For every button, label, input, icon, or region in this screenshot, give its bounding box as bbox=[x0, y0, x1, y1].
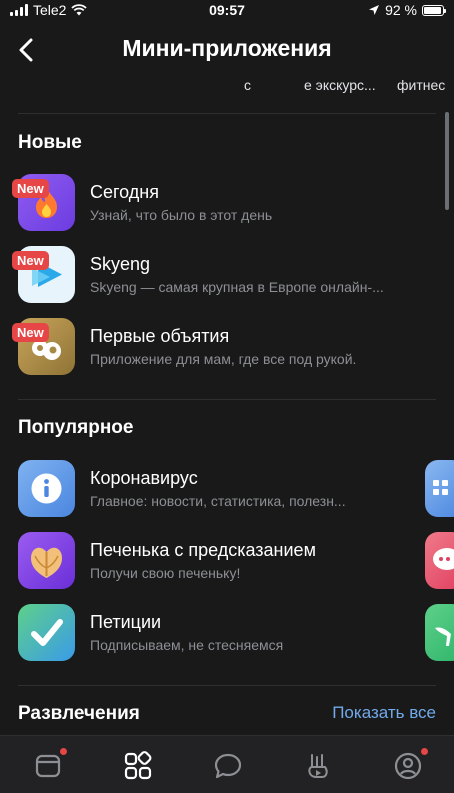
chat-bubble-icon bbox=[433, 548, 454, 570]
tab-messages[interactable] bbox=[210, 748, 246, 784]
app-icon-petitions bbox=[18, 604, 75, 661]
divider bbox=[18, 399, 436, 400]
app-name: Сегодня bbox=[90, 182, 159, 202]
status-right: 92 % bbox=[368, 2, 446, 18]
scrollbar[interactable] bbox=[445, 112, 449, 210]
new-badge: New bbox=[12, 323, 49, 342]
new-badge: New bbox=[12, 179, 49, 198]
divider bbox=[18, 113, 436, 114]
app-icon-partial[interactable] bbox=[425, 532, 454, 589]
tab-item[interactable]: с bbox=[244, 77, 251, 93]
app-item-skyeng[interactable]: New Skyeng Skyeng — самая крупная в Евро… bbox=[0, 246, 440, 310]
section-title-entertainment: Развлечения bbox=[18, 703, 140, 724]
app-description: Приложение для мам, где все под рукой. bbox=[90, 351, 357, 367]
app-item-fortune-cookie[interactable]: Печенька с предсказанием Получи свою печ… bbox=[0, 532, 440, 596]
app-item-coronavirus[interactable]: Коронавирус Главное: новости, статистика… bbox=[0, 460, 440, 524]
notification-dot bbox=[60, 748, 67, 755]
divider bbox=[18, 685, 436, 686]
nav-bar: Мини-приложения bbox=[0, 26, 454, 72]
app-icon-partial[interactable] bbox=[425, 460, 454, 517]
tab-services[interactable] bbox=[120, 748, 156, 784]
app-icon-fortune-cookie bbox=[18, 532, 75, 589]
tab-news[interactable] bbox=[30, 748, 67, 784]
app-description: Главное: новости, статистика, полезн... bbox=[90, 493, 346, 509]
tab-profile[interactable] bbox=[390, 748, 428, 784]
bird-icon bbox=[435, 627, 451, 646]
info-icon bbox=[31, 473, 62, 504]
new-badge: New bbox=[12, 251, 49, 270]
page-title: Мини-приложения bbox=[122, 35, 332, 61]
bottom-tab-bar bbox=[0, 735, 454, 793]
profile-icon bbox=[394, 752, 422, 780]
app-item-today[interactable]: New Сегодня Узнай, что было в этот день bbox=[0, 174, 440, 238]
services-grid-icon bbox=[124, 751, 152, 780]
app-name: Печенька с предсказанием bbox=[90, 540, 316, 560]
grid-icon bbox=[433, 480, 448, 495]
location-arrow-icon bbox=[369, 5, 380, 15]
status-bar: Tele2 09:57 92 % bbox=[0, 0, 454, 20]
app-description: Получи свою печеньку! bbox=[90, 565, 241, 581]
cookie-icon bbox=[31, 547, 62, 578]
battery-percent: 92 % bbox=[385, 2, 417, 18]
app-name: Коронавирус bbox=[90, 468, 198, 488]
notification-dot bbox=[421, 748, 428, 755]
app-name: Skyeng bbox=[90, 254, 151, 274]
clips-icon bbox=[308, 754, 328, 778]
section-title-new: Новые bbox=[18, 132, 82, 153]
tab-item[interactable]: е экскурс... bbox=[304, 77, 376, 93]
app-name: Первые объятия bbox=[90, 326, 230, 346]
app-description: Skyeng — самая крупная в Европе онлайн-.… bbox=[90, 279, 384, 295]
app-item-petitions[interactable]: Петиции Подписываем, не стесняемся bbox=[0, 604, 440, 668]
app-name: Петиции bbox=[90, 612, 162, 632]
checkmark-icon bbox=[31, 619, 63, 646]
battery-icon bbox=[422, 4, 446, 16]
app-icon-partial[interactable] bbox=[425, 604, 454, 661]
tab-item[interactable]: фитнес bbox=[397, 77, 445, 93]
show-all-link[interactable]: Показать все bbox=[332, 703, 436, 723]
message-bubble-icon bbox=[214, 753, 242, 779]
app-item-first-hugs[interactable]: New Первые объятия Приложение для мам, г… bbox=[0, 318, 440, 382]
news-icon bbox=[35, 754, 61, 778]
category-tabs: с е экскурс... фитнес bbox=[0, 74, 454, 98]
app-description: Узнай, что было в этот день bbox=[90, 207, 273, 223]
tab-clips[interactable] bbox=[300, 748, 336, 784]
app-description: Подписываем, не стесняемся bbox=[90, 637, 284, 653]
app-icon-coronavirus bbox=[18, 460, 75, 517]
section-title-popular: Популярное bbox=[18, 417, 134, 438]
